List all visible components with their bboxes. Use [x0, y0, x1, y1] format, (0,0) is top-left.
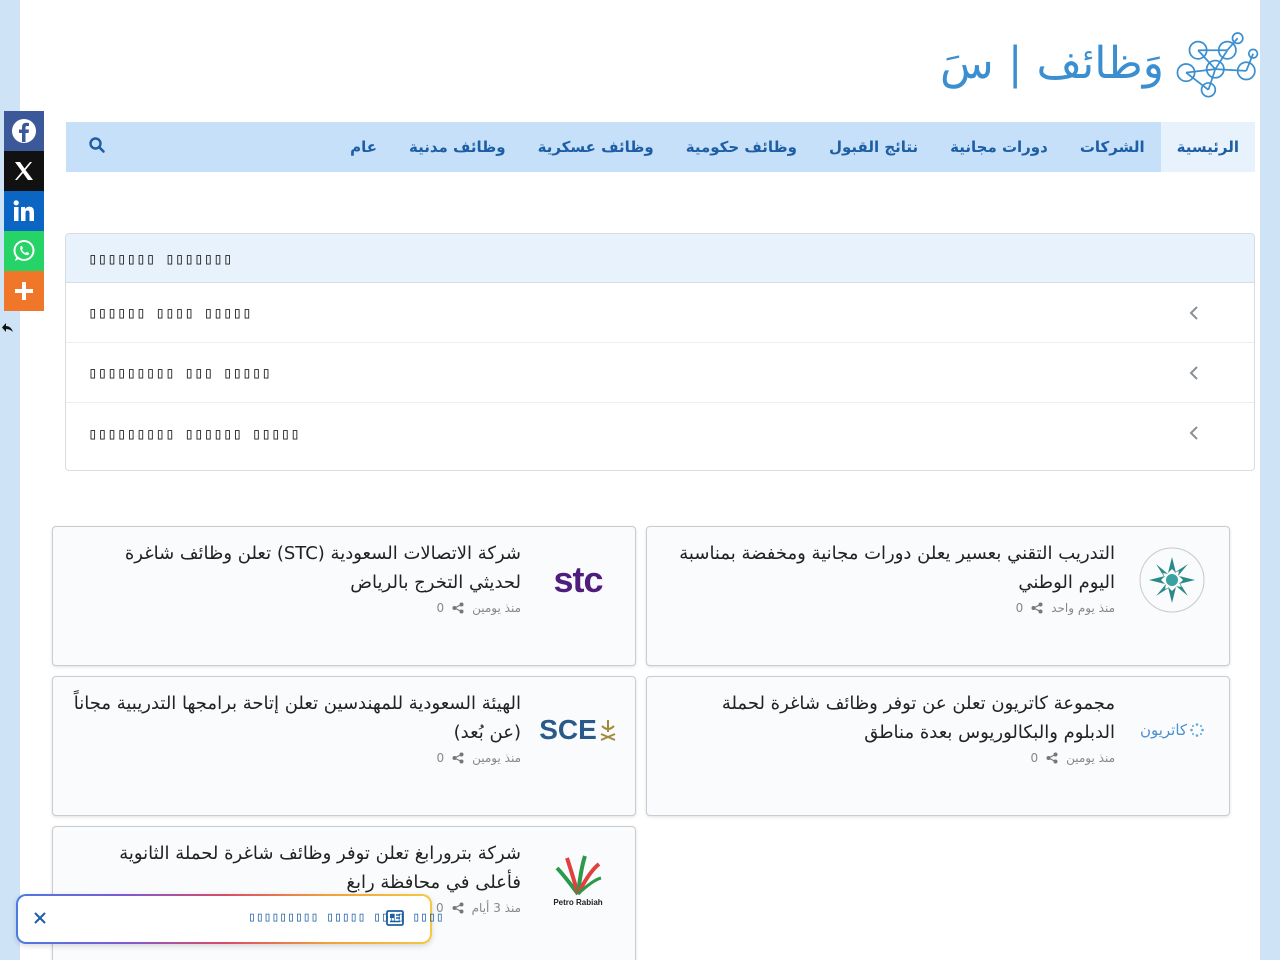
more-share-button[interactable]	[4, 271, 44, 311]
accordion-item-label: ▯▯▯▯▯▯▯▯▯ ▯▯▯ ▯▯▯▯▯	[88, 363, 272, 382]
nav-item-general[interactable]: عام	[334, 122, 393, 172]
newspaper-icon	[386, 910, 404, 926]
social-share-bar	[4, 111, 44, 311]
stc-logo: stc	[553, 559, 603, 600]
nav-item-admission-results[interactable]: نتائج القبول	[813, 122, 934, 172]
nav-item-civil-jobs[interactable]: وظائف مدنية	[393, 122, 522, 172]
nav-item-home[interactable]: الرئيسية	[1160, 122, 1255, 172]
main-nav: الرئيسية الشركات دورات مجانية نتائج القب…	[66, 122, 1255, 172]
post-title[interactable]: مجموعة كاتريون تعلن عن توفر وظائف شاغرة …	[665, 689, 1115, 747]
share-count: 0	[1015, 601, 1024, 615]
page: وَظائف | سَ الرئيسية الشركات دورات مجاني…	[20, 0, 1260, 960]
share-count: 0	[1030, 751, 1039, 765]
chevron-left-icon	[1189, 366, 1198, 380]
post-title[interactable]: الهيئة السعودية للمهندسين تعلن إتاحة برا…	[71, 689, 521, 747]
notification-widget: ▯▯▯▯▯▯▯▯▯ ▯▯▯▯▯ ▯▯▯▯ ▯▯▯▯	[16, 894, 444, 944]
petro-rabigh-logo: Petro Rabiah	[553, 897, 603, 907]
linkedin-share-button[interactable]	[4, 191, 44, 231]
share-count: 0	[436, 751, 445, 765]
dots-icon	[1190, 723, 1204, 737]
site-logo[interactable]: وَظائف | سَ	[940, 22, 1260, 106]
share-icon	[1046, 752, 1058, 764]
petro-rabigh-emblem-icon	[555, 854, 602, 895]
catrion-logo: كاتريون	[1140, 721, 1204, 739]
post-meta: منذ يومين 0	[436, 751, 521, 765]
post-date: منذ 3 أيام	[471, 901, 521, 915]
share-icon	[452, 902, 464, 914]
share-icon	[452, 752, 464, 764]
sce-logo: SCE	[539, 714, 617, 746]
facebook-icon	[12, 119, 36, 143]
nav-item-free-courses[interactable]: دورات مجانية	[934, 122, 1064, 172]
notification-text[interactable]: ▯▯▯▯▯▯▯▯▯ ▯▯▯▯▯ ▯▯▯▯ ▯▯▯▯	[248, 910, 444, 925]
share-icon	[1031, 602, 1043, 614]
post-card[interactable]: التدريب التقني بعسير يعلن دورات مجانية و…	[646, 526, 1230, 666]
notification-widget-body: ▯▯▯▯▯▯▯▯▯ ▯▯▯▯▯ ▯▯▯▯ ▯▯▯▯	[18, 896, 444, 942]
post-thumbnail[interactable]: SCE	[539, 691, 617, 769]
post-thumbnail[interactable]: Petro Rabiah	[539, 841, 617, 919]
chevron-left-icon	[1189, 306, 1198, 320]
post-card[interactable]: SCE الهيئة السعودية للمهندسين تعلن إتاحة…	[52, 676, 636, 816]
share-count: 0	[436, 601, 445, 615]
tvtc-logo	[1139, 547, 1205, 613]
post-date: منذ يومين	[472, 751, 521, 765]
search-icon[interactable]	[88, 136, 106, 154]
post-meta: منذ يومين 0	[436, 601, 521, 615]
emblem-icon	[600, 720, 616, 741]
nav-item-government-jobs[interactable]: وظائف حكومية	[670, 122, 813, 172]
post-thumbnail[interactable]: stc	[539, 541, 617, 619]
accordion-item[interactable]: ▯▯▯▯▯▯ ▯▯▯▯ ▯▯▯▯▯	[66, 283, 1254, 343]
post-date: منذ يوم واحد	[1051, 601, 1115, 615]
accordion-item-label: ▯▯▯▯▯▯ ▯▯▯▯ ▯▯▯▯▯	[88, 303, 252, 322]
chevron-left-icon	[1189, 426, 1198, 440]
collapse-share-icon[interactable]	[2, 322, 14, 334]
nav-item-military-jobs[interactable]: وظائف عسكرية	[522, 122, 670, 172]
post-card[interactable]: stc شركة الاتصالات السعودية (STC) تعلن و…	[52, 526, 636, 666]
post-title[interactable]: التدريب التقني بعسير يعلن دورات مجانية و…	[665, 539, 1115, 597]
close-icon[interactable]	[32, 910, 48, 926]
post-date: منذ يومين	[1066, 751, 1115, 765]
logo-text: وَظائف | سَ	[940, 38, 1164, 89]
x-icon	[15, 162, 33, 180]
linkedin-icon	[13, 200, 34, 221]
post-date: منذ يومين	[472, 601, 521, 615]
share-icon	[452, 602, 464, 614]
accordion-item[interactable]: ▯▯▯▯▯▯▯▯▯ ▯▯▯ ▯▯▯▯▯	[66, 343, 1254, 403]
post-card[interactable]: كاتريون مجموعة كاتريون تعلن عن توفر وظائ…	[646, 676, 1230, 816]
accordion-list: ▯▯▯▯▯▯▯ ▯▯▯▯▯▯▯ ▯▯▯▯▯▯ ▯▯▯▯ ▯▯▯▯▯ ▯▯▯▯▯▯…	[65, 233, 1255, 471]
nav-item-companies[interactable]: الشركات	[1064, 122, 1161, 172]
post-meta: منذ يوم واحد 0	[1016, 601, 1115, 615]
facebook-share-button[interactable]	[4, 111, 44, 151]
post-thumbnail[interactable]: كاتريون	[1133, 691, 1211, 769]
logo-network-icon	[1176, 32, 1259, 98]
x-share-button[interactable]	[4, 151, 44, 191]
plus-icon	[15, 282, 33, 300]
post-title[interactable]: شركة الاتصالات السعودية (STC) تعلن وظائف…	[71, 539, 521, 597]
accordion-header: ▯▯▯▯▯▯▯ ▯▯▯▯▯▯▯	[66, 234, 1254, 283]
whatsapp-share-button[interactable]	[4, 231, 44, 271]
post-thumbnail[interactable]	[1133, 541, 1211, 619]
accordion-item-label: ▯▯▯▯▯▯▯▯▯ ▯▯▯▯▯▯ ▯▯▯▯▯	[88, 423, 300, 443]
accordion-item[interactable]: ▯▯▯▯▯▯▯▯▯ ▯▯▯▯▯▯ ▯▯▯▯▯	[66, 403, 1254, 463]
post-meta: منذ 3 أيام 0	[436, 901, 521, 915]
post-meta: منذ يومين 0	[1030, 751, 1115, 765]
post-title[interactable]: شركة بترورابغ تعلن توفر وظائف شاغرة لحمل…	[71, 839, 521, 897]
whatsapp-icon	[13, 240, 35, 261]
